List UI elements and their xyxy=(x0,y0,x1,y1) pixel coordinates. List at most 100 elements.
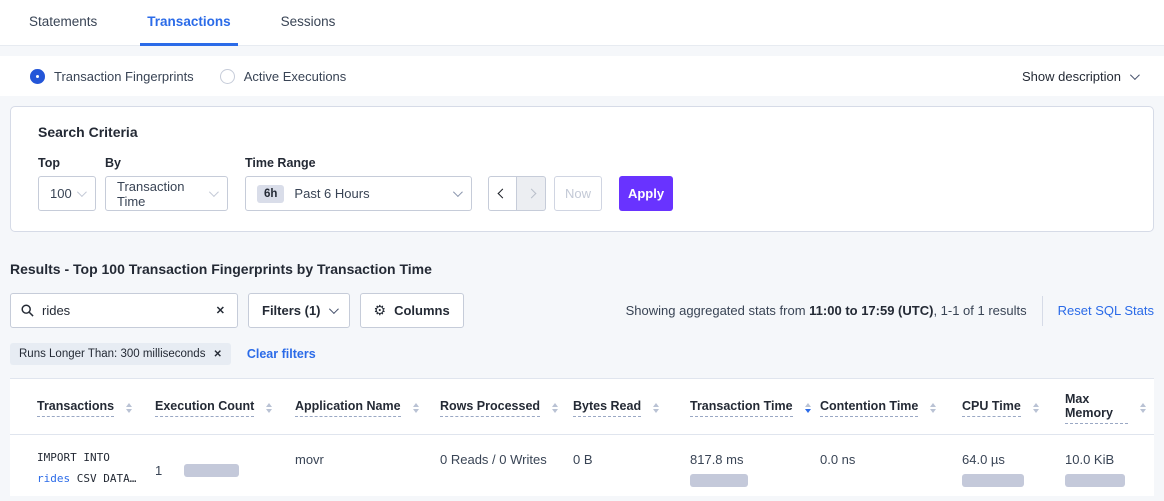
radio-label: Active Executions xyxy=(244,69,347,84)
by-select[interactable]: Transaction Time xyxy=(105,176,228,211)
time-range-select[interactable]: 6h Past 6 Hours xyxy=(245,176,472,211)
sort-icon[interactable] xyxy=(653,403,659,414)
apply-button[interactable]: Apply xyxy=(619,176,673,211)
time-range-value: Past 6 Hours xyxy=(294,186,453,201)
transaction-fingerprint-link[interactable]: rides xyxy=(37,472,70,485)
column-header-label[interactable]: Transaction Time xyxy=(690,399,793,417)
by-field: By Transaction Time xyxy=(105,156,245,211)
top-field: Top 100 xyxy=(38,156,105,211)
column-header-cpu-time: CPU Time xyxy=(962,379,1065,434)
column-header-label[interactable]: Contention Time xyxy=(820,399,918,417)
vertical-divider xyxy=(1042,296,1043,326)
column-header-application-name: Application Name xyxy=(295,379,440,434)
table-header-row: Transactions Execution Count Application… xyxy=(10,379,1154,435)
column-header-label[interactable]: CPU Time xyxy=(962,399,1021,417)
time-range-badge: 6h xyxy=(257,185,284,203)
cell-bytes-read: 0 B xyxy=(573,435,690,501)
search-box: ✕ xyxy=(10,293,238,328)
remove-filter-icon[interactable]: ✕ xyxy=(213,349,221,360)
filter-chip: Runs Longer Than: 300 milliseconds ✕ xyxy=(10,343,231,365)
tab-transactions[interactable]: Transactions xyxy=(140,0,237,46)
table-row: IMPORT INTO rides CSV DATA… 1 movr 0 Rea… xyxy=(10,435,1154,501)
cpu-time-value: 64.0 µs xyxy=(962,452,1005,467)
time-prev-button[interactable] xyxy=(488,176,517,211)
column-header-contention-time: Contention Time xyxy=(820,379,962,434)
radio-active-executions[interactable]: Active Executions xyxy=(220,69,347,84)
chevron-down-icon xyxy=(328,304,338,314)
now-button[interactable]: Now xyxy=(554,176,602,211)
sort-icon[interactable] xyxy=(413,403,419,414)
chevron-down-icon xyxy=(1130,70,1140,80)
cell-rows-processed: 0 Reads / 0 Writes xyxy=(440,435,573,501)
gear-icon: ⚙ xyxy=(374,302,387,319)
time-window-arrows xyxy=(488,176,546,211)
sort-icon[interactable] xyxy=(126,403,132,414)
execution-count-value: 1 xyxy=(155,463,162,478)
by-select-value: Transaction Time xyxy=(117,179,209,209)
columns-button-label: Columns xyxy=(394,303,450,318)
column-header-label[interactable]: Bytes Read xyxy=(573,399,641,417)
clear-search-icon[interactable]: ✕ xyxy=(214,302,227,319)
stats-suffix: , 1-1 of 1 results xyxy=(933,303,1026,318)
cell-transaction-time: 817.8 ms xyxy=(690,435,820,501)
radio-selected-icon xyxy=(30,69,45,84)
filters-button[interactable]: Filters (1) xyxy=(248,293,350,328)
max-memory-value: 10.0 KiB xyxy=(1065,452,1114,467)
search-criteria-controls: Top 100 By Transaction Time Time Range 6… xyxy=(38,156,1126,211)
column-header-label[interactable]: Rows Processed xyxy=(440,399,540,417)
filters-button-label: Filters (1) xyxy=(262,303,321,318)
cell-transaction-fingerprint: IMPORT INTO rides CSV DATA… xyxy=(10,435,155,501)
column-header-label[interactable]: Max Memory xyxy=(1065,392,1128,424)
results-heading: Results - Top 100 Transaction Fingerprin… xyxy=(10,261,1154,277)
sql-text: CSV DATA… xyxy=(70,472,136,485)
column-header-transaction-time: Transaction Time xyxy=(690,379,820,434)
transaction-time-value: 817.8 ms xyxy=(690,452,743,467)
column-header-label[interactable]: Application Name xyxy=(295,399,401,417)
time-next-button[interactable] xyxy=(517,176,546,211)
tab-sessions[interactable]: Sessions xyxy=(274,0,343,46)
column-header-label[interactable]: Transactions xyxy=(37,399,114,417)
radio-label: Transaction Fingerprints xyxy=(54,69,194,84)
column-header-bytes-read: Bytes Read xyxy=(573,379,690,434)
top-select[interactable]: 100 xyxy=(38,176,96,211)
top-label: Top xyxy=(38,156,105,170)
results-toolbar: ✕ Filters (1) ⚙ Columns Showing aggregat… xyxy=(10,293,1154,328)
column-header-max-memory: Max Memory xyxy=(1065,379,1154,434)
cpu-time-bar xyxy=(962,474,1024,487)
top-select-value: 100 xyxy=(50,186,77,201)
sql-text-line: rides CSV DATA… xyxy=(37,469,147,490)
radio-unselected-icon xyxy=(220,69,235,84)
sort-icon[interactable] xyxy=(930,403,936,414)
sort-icon-desc-active[interactable] xyxy=(805,403,811,414)
radio-transaction-fingerprints[interactable]: Transaction Fingerprints xyxy=(30,69,194,84)
filter-chip-label: Runs Longer Than: 300 milliseconds xyxy=(19,348,205,360)
clear-filters-link[interactable]: Clear filters xyxy=(247,347,316,361)
search-input[interactable] xyxy=(42,303,214,318)
sort-icon[interactable] xyxy=(1033,403,1039,414)
show-description-toggle[interactable]: Show description xyxy=(1022,69,1137,84)
columns-button[interactable]: ⚙ Columns xyxy=(360,293,464,328)
search-criteria-panel: Search Criteria Top 100 By Transaction T… xyxy=(10,106,1154,232)
tab-statements[interactable]: Statements xyxy=(22,0,104,46)
sort-icon[interactable] xyxy=(266,403,272,414)
search-icon xyxy=(21,304,34,317)
transaction-time-bar xyxy=(690,474,748,487)
sort-icon[interactable] xyxy=(1140,403,1146,414)
time-range-field: Time Range 6h Past 6 Hours xyxy=(245,156,472,211)
stats-time-range: 11:00 to 17:59 (UTC) xyxy=(809,303,933,318)
cell-contention-time: 0.0 ns xyxy=(820,435,962,501)
column-header-transactions: Transactions xyxy=(10,379,155,434)
tabs-bar: Statements Transactions Sessions xyxy=(0,0,1164,46)
view-mode-bar: Transaction Fingerprints Active Executio… xyxy=(0,56,1164,96)
cell-execution-count: 1 xyxy=(155,435,295,501)
reset-sql-stats-link[interactable]: Reset SQL Stats xyxy=(1058,303,1154,318)
show-description-label: Show description xyxy=(1022,69,1121,84)
chevron-down-icon xyxy=(453,187,463,197)
by-label: By xyxy=(105,156,245,170)
sort-icon[interactable] xyxy=(552,403,558,414)
chevron-right-icon xyxy=(526,189,536,199)
chevron-down-icon xyxy=(209,187,219,197)
active-filters-row: Runs Longer Than: 300 milliseconds ✕ Cle… xyxy=(10,343,1154,365)
column-header-label[interactable]: Execution Count xyxy=(155,399,254,417)
sql-activity-page: Statements Transactions Sessions Transac… xyxy=(0,0,1164,496)
